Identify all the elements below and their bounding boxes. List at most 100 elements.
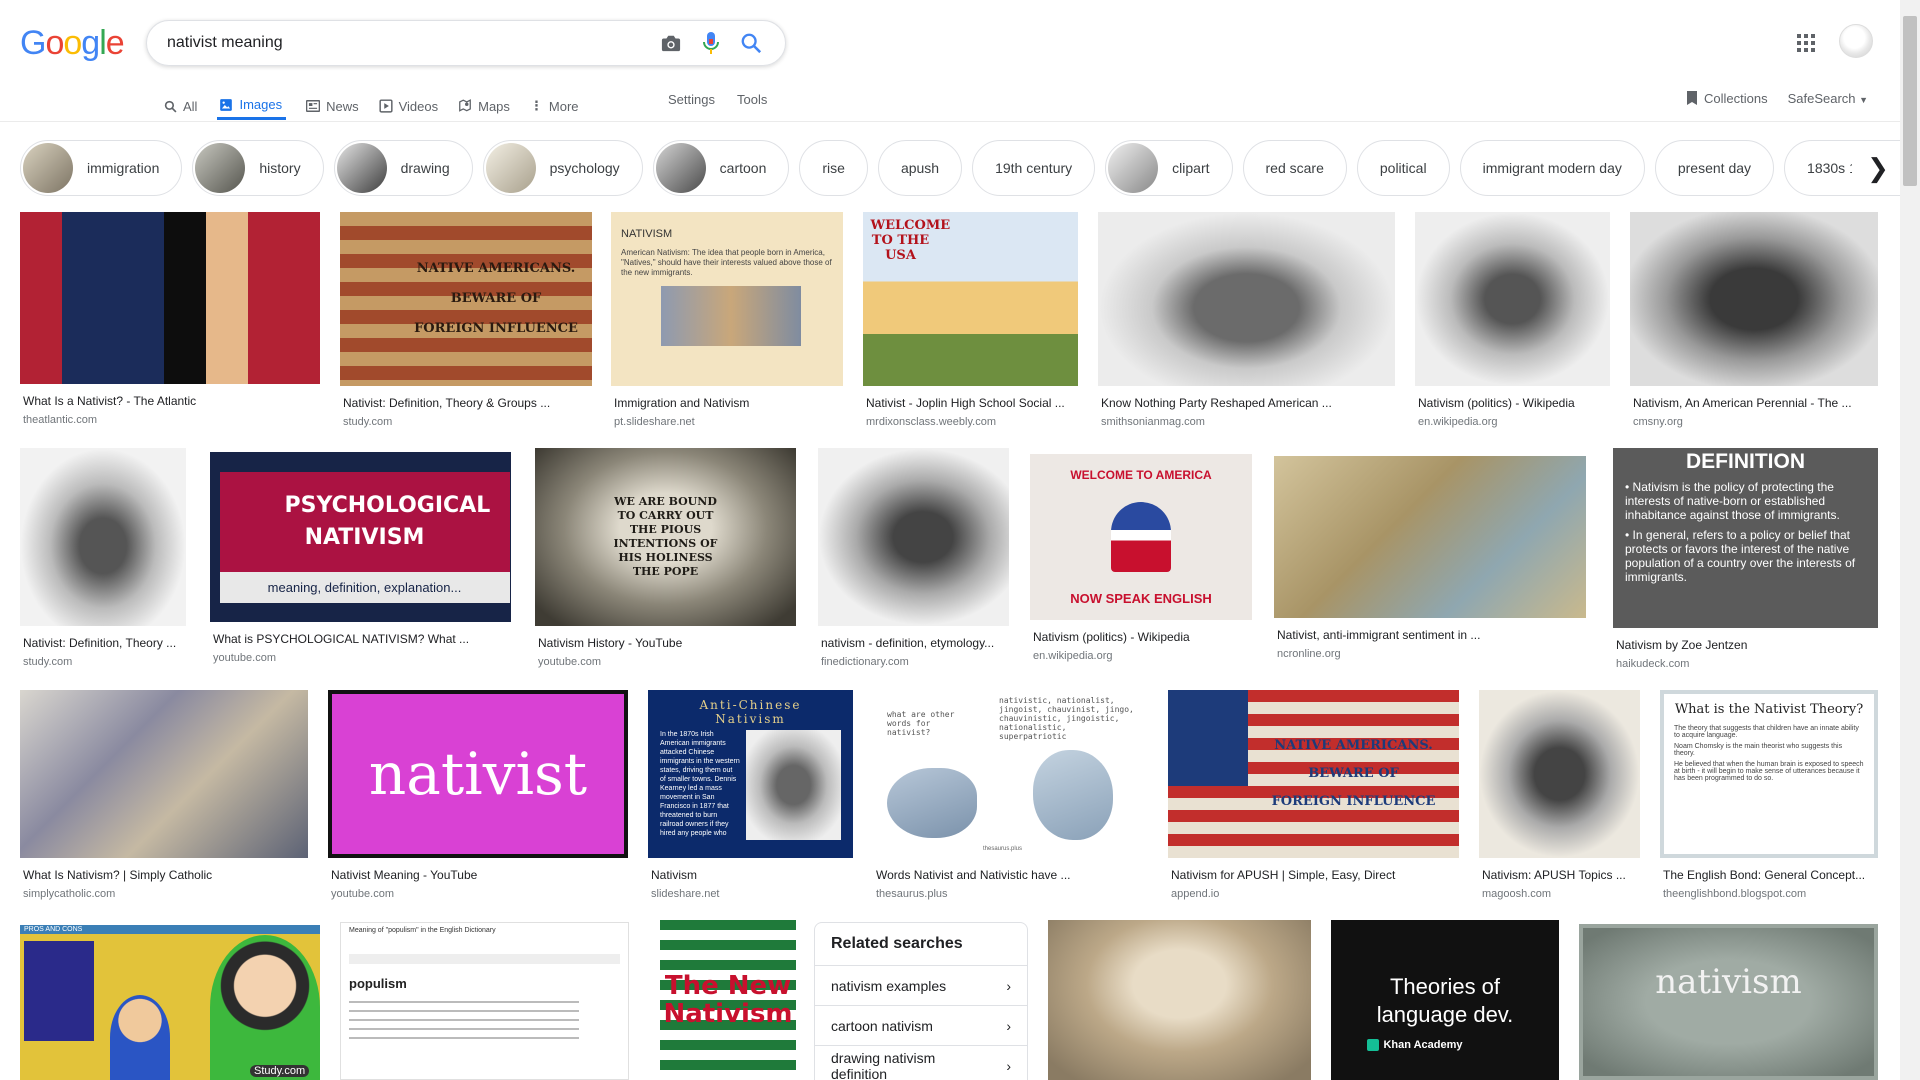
image-result[interactable]: Nativist: Definition, Theory ... study.c…	[20, 448, 186, 668]
related-search-item[interactable]: cartoon nativism ›	[815, 1006, 1027, 1046]
result-thumbnail[interactable]	[20, 690, 308, 858]
apps-grid-icon[interactable]	[1794, 31, 1818, 55]
image-result[interactable]: NATIVISM American Nativism: The idea tha…	[611, 212, 843, 428]
chip-immigrant-modern-day[interactable]: immigrant modern day	[1459, 140, 1645, 196]
result-title[interactable]: Nativism, An American Perennial - The ..…	[1630, 396, 1878, 410]
result-thumbnail[interactable]: Anti-Chinese Nativism In the 1870s Irish…	[648, 690, 853, 858]
result-site[interactable]: haikudeck.com	[1613, 658, 1878, 670]
image-result[interactable]: WE ARE BOUND TO CARRY OUT THE PIOUS INTE…	[535, 448, 796, 668]
result-thumbnail[interactable]: Meaning of "populism" in the English Dic…	[340, 922, 629, 1080]
result-thumbnail[interactable]: DEFINITION • Nativism is the policy of p…	[1613, 448, 1878, 628]
result-site[interactable]: pt.slideshare.net	[611, 416, 843, 428]
image-result[interactable]: Nativist, anti-immigrant sentiment in ..…	[1274, 456, 1586, 660]
chip-political[interactable]: political	[1356, 140, 1450, 196]
result-thumbnail[interactable]: nativist	[328, 690, 628, 858]
collections-link[interactable]: Collections	[1686, 90, 1768, 106]
image-result[interactable]: Nativism, An American Perennial - The ..…	[1630, 212, 1878, 428]
result-thumbnail[interactable]: NATIVE AMERICANS. BEWARE OF FOREIGN INFL…	[1168, 690, 1459, 858]
result-site[interactable]: thesaurus.plus	[873, 888, 1148, 900]
result-site[interactable]: mrdixonsclass.weebly.com	[863, 416, 1078, 428]
image-result[interactable]: What is the Nativist Theory? The theory …	[1660, 690, 1878, 900]
result-thumbnail[interactable]: WELCOME TO AMERICA NOW SPEAK ENGLISH	[1030, 454, 1252, 620]
result-site[interactable]: youtube.com	[328, 888, 628, 900]
result-title[interactable]: The English Bond: General Concept...	[1660, 868, 1878, 882]
image-result[interactable]: nativism - definition, etymology... fine…	[818, 448, 1009, 668]
result-title[interactable]: Nativist: Definition, Theory & Groups ..…	[340, 396, 592, 410]
result-thumbnail[interactable]: PROS AND CONS Study.com	[20, 925, 320, 1080]
result-title[interactable]: Know Nothing Party Reshaped American ...	[1098, 396, 1395, 410]
chip-apush[interactable]: apush	[877, 140, 963, 196]
result-thumbnail[interactable]: WE ARE BOUND TO CARRY OUT THE PIOUS INTE…	[535, 448, 796, 626]
image-result[interactable]: nativism	[1579, 924, 1878, 1080]
tab-images[interactable]: Images	[217, 88, 287, 120]
result-title[interactable]: Words Nativist and Nativistic have ...	[873, 868, 1148, 882]
chip-history[interactable]: history	[192, 140, 324, 196]
image-result[interactable]: NATIVE AMERICANS. BEWARE OF FOREIGN INFL…	[340, 212, 592, 428]
result-site[interactable]: ncronline.org	[1274, 648, 1586, 660]
tab-more[interactable]: ⋮ More	[530, 88, 579, 120]
result-thumbnail[interactable]	[1415, 212, 1610, 386]
result-site[interactable]: cmsny.org	[1630, 416, 1878, 428]
image-result[interactable]: WELCOME TO AMERICA NOW SPEAK ENGLISH Nat…	[1030, 454, 1252, 662]
image-result[interactable]: DEFINITION • Nativism is the policy of p…	[1613, 448, 1878, 670]
tab-maps[interactable]: Maps	[458, 88, 510, 120]
tab-news[interactable]: News	[306, 88, 359, 120]
result-title[interactable]: What Is Nativism? | Simply Catholic	[20, 868, 308, 882]
tab-all[interactable]: All	[164, 88, 197, 120]
result-thumbnail[interactable]: NATIVISM American Nativism: The idea tha…	[611, 212, 843, 386]
image-result[interactable]: The New Nativism	[660, 920, 796, 1080]
chip-red-scare[interactable]: red scare	[1242, 140, 1347, 196]
result-site[interactable]: smithsonianmag.com	[1098, 416, 1395, 428]
image-result[interactable]: Know Nothing Party Reshaped American ...…	[1098, 212, 1395, 428]
result-thumbnail[interactable]	[20, 448, 186, 626]
result-title[interactable]: Nativist Meaning - YouTube	[328, 868, 628, 882]
chip-present-day[interactable]: present day	[1654, 140, 1775, 196]
result-title[interactable]: Nativism (politics) - Wikipedia	[1030, 630, 1252, 644]
result-title[interactable]: nativism - definition, etymology...	[818, 636, 1009, 650]
chip-19th-century[interactable]: 19th century	[972, 140, 1096, 196]
result-title[interactable]: Nativism by Zoe Jentzen	[1613, 638, 1878, 652]
result-site[interactable]: simplycatholic.com	[20, 888, 308, 900]
result-thumbnail[interactable]: What is the Nativist Theory? The theory …	[1660, 690, 1878, 858]
image-result[interactable]: what are other words for nativist? nativ…	[873, 690, 1148, 900]
result-title[interactable]: Nativism for APUSH | Simple, Easy, Direc…	[1168, 868, 1459, 882]
search-box[interactable]	[146, 20, 786, 66]
result-thumbnail[interactable]: NATIVE AMERICANS. BEWARE OF FOREIGN INFL…	[340, 212, 592, 386]
chip-rise[interactable]: rise	[799, 140, 868, 196]
search-icon[interactable]	[731, 23, 771, 63]
result-thumbnail[interactable]	[20, 212, 320, 384]
image-result[interactable]: PSYCHOLOGICAL NATIVISM meaning, definiti…	[210, 452, 511, 664]
image-result[interactable]	[1048, 920, 1311, 1080]
result-thumbnail[interactable]	[1479, 690, 1640, 858]
result-thumbnail[interactable]: Theories of language dev. Khan Academy	[1331, 920, 1559, 1080]
result-site[interactable]: finedictionary.com	[818, 656, 1009, 668]
image-result[interactable]: PROS AND CONS Study.com	[20, 925, 320, 1080]
result-site[interactable]: slideshare.net	[648, 888, 853, 900]
image-result[interactable]: nativist Nativist Meaning - YouTube yout…	[328, 690, 628, 900]
result-title[interactable]: Nativism: APUSH Topics ...	[1479, 868, 1640, 882]
result-title[interactable]: What is PSYCHOLOGICAL NATIVISM? What ...	[210, 632, 511, 646]
result-thumbnail[interactable]: PSYCHOLOGICAL NATIVISM meaning, definiti…	[210, 452, 511, 622]
settings-link[interactable]: Settings	[668, 92, 715, 107]
image-result[interactable]: NATIVE AMERICANS. BEWARE OF FOREIGN INFL…	[1168, 690, 1459, 900]
result-thumbnail[interactable]: what are other words for nativist? nativ…	[873, 690, 1148, 858]
result-thumbnail[interactable]	[1048, 920, 1311, 1080]
chip-psychology[interactable]: psychology	[482, 140, 643, 196]
result-thumbnail[interactable]	[1630, 212, 1878, 386]
tab-videos[interactable]: Videos	[379, 88, 438, 120]
related-search-item[interactable]: drawing nativism definition ›	[815, 1046, 1027, 1080]
result-thumbnail[interactable]	[1274, 456, 1586, 618]
image-result[interactable]: What Is a Nativist? - The Atlantic theat…	[20, 212, 320, 426]
image-result[interactable]: WELCOME TO THE USA Nativist - Joplin Hig…	[863, 212, 1078, 428]
result-title[interactable]: Nativism	[648, 868, 853, 882]
result-site[interactable]: youtube.com	[210, 652, 511, 664]
image-result[interactable]: Theories of language dev. Khan Academy	[1331, 920, 1559, 1080]
result-thumbnail[interactable]: WELCOME TO THE USA	[863, 212, 1078, 386]
image-result[interactable]: Meaning of "populism" in the English Dic…	[340, 922, 629, 1080]
result-site[interactable]: en.wikipedia.org	[1030, 650, 1252, 662]
result-title[interactable]: Nativist, anti-immigrant sentiment in ..…	[1274, 628, 1586, 642]
tools-link[interactable]: Tools	[737, 92, 767, 107]
result-title[interactable]: Nativist: Definition, Theory ...	[20, 636, 186, 650]
result-site[interactable]: en.wikipedia.org	[1415, 416, 1610, 428]
result-site[interactable]: theenglishbond.blogspot.com	[1660, 888, 1878, 900]
